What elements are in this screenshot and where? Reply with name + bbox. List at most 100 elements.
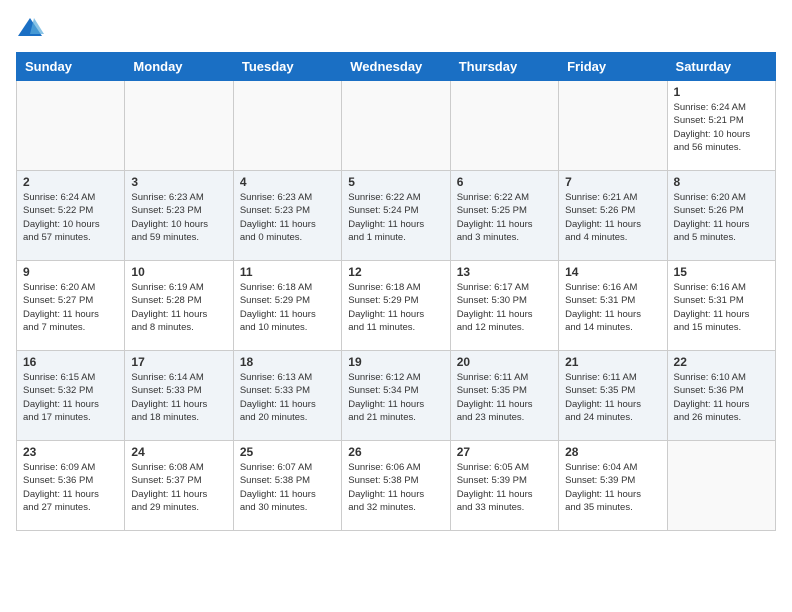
calendar-cell: 15Sunrise: 6:16 AM Sunset: 5:31 PM Dayli… <box>667 261 775 351</box>
calendar-cell: 23 Sunrise: 6:09 AM Sunset: 5:36 PM Dayli… <box>17 441 125 531</box>
day-number: 28 <box>565 445 660 459</box>
day-info: Sunrise: 6:23 AM Sunset: 5:23 PM Dayligh… <box>131 191 226 244</box>
day-info: Sunrise: 6:12 AM Sunset: 5:34 PM Dayligh… <box>348 371 443 424</box>
calendar-cell: 1 Sunrise: 6:24 AM Sunset: 5:21 PM Daylig… <box>667 81 775 171</box>
logo <box>16 16 48 44</box>
day-number: 3 <box>131 175 226 189</box>
day-number: 9 <box>23 265 118 279</box>
day-info: Sunrise: 6:11 AM Sunset: 5:35 PM Dayligh… <box>457 371 552 424</box>
calendar-cell: 13 Sunrise: 6:17 AM Sunset: 5:30 PM Dayli… <box>450 261 558 351</box>
calendar-cell: 16 Sunrise: 6:15 AM Sunset: 5:32 PM Dayli… <box>17 351 125 441</box>
calendar-cell: 14 Sunrise: 6:16 AM Sunset: 5:31 PM Dayli… <box>559 261 667 351</box>
calendar-cell: 8Sunrise: 6:20 AM Sunset: 5:26 PM Daylig… <box>667 171 775 261</box>
day-info: Sunrise: 6:11 AM Sunset: 5:35 PM Dayligh… <box>565 371 660 424</box>
weekday-header-tuesday: Tuesday <box>233 53 341 81</box>
calendar-cell: 11Sunrise: 6:18 AM Sunset: 5:29 PM Dayli… <box>233 261 341 351</box>
day-info: Sunrise: 6:15 AM Sunset: 5:32 PM Dayligh… <box>23 371 118 424</box>
day-number: 19 <box>348 355 443 369</box>
day-info: Sunrise: 6:09 AM Sunset: 5:36 PM Dayligh… <box>23 461 118 514</box>
day-number: 12 <box>348 265 443 279</box>
day-number: 20 <box>457 355 552 369</box>
calendar-week-4: 23 Sunrise: 6:09 AM Sunset: 5:36 PM Dayli… <box>17 441 776 531</box>
calendar-cell <box>233 81 341 171</box>
day-number: 14 <box>565 265 660 279</box>
calendar-cell: 4 Sunrise: 6:23 AM Sunset: 5:23 PM Daylig… <box>233 171 341 261</box>
day-info: Sunrise: 6:24 AM Sunset: 5:21 PM Dayligh… <box>674 101 769 154</box>
day-number: 4 <box>240 175 335 189</box>
calendar-cell: 9 Sunrise: 6:20 AM Sunset: 5:27 PM Daylig… <box>17 261 125 351</box>
calendar-cell: 26 Sunrise: 6:06 AM Sunset: 5:38 PM Dayli… <box>342 441 450 531</box>
day-info: Sunrise: 6:23 AM Sunset: 5:23 PM Dayligh… <box>240 191 335 244</box>
day-number: 26 <box>348 445 443 459</box>
day-number: 13 <box>457 265 552 279</box>
day-number: 24 <box>131 445 226 459</box>
calendar-table: SundayMondayTuesdayWednesdayThursdayFrid… <box>16 52 776 531</box>
day-number: 11 <box>240 265 335 279</box>
calendar-cell: 2Sunrise: 6:24 AM Sunset: 5:22 PM Daylig… <box>17 171 125 261</box>
day-info: Sunrise: 6:21 AM Sunset: 5:26 PM Dayligh… <box>565 191 660 244</box>
weekday-header-sunday: Sunday <box>17 53 125 81</box>
calendar-cell: 22 Sunrise: 6:10 AM Sunset: 5:36 PM Dayli… <box>667 351 775 441</box>
calendar-cell: 17 Sunrise: 6:14 AM Sunset: 5:33 PM Dayli… <box>125 351 233 441</box>
day-number: 7 <box>565 175 660 189</box>
calendar-cell <box>17 81 125 171</box>
day-info: Sunrise: 6:08 AM Sunset: 5:37 PM Dayligh… <box>131 461 226 514</box>
calendar-cell <box>450 81 558 171</box>
calendar-cell: 28 Sunrise: 6:04 AM Sunset: 5:39 PM Dayli… <box>559 441 667 531</box>
day-info: Sunrise: 6:17 AM Sunset: 5:30 PM Dayligh… <box>457 281 552 334</box>
day-number: 18 <box>240 355 335 369</box>
weekday-header-friday: Friday <box>559 53 667 81</box>
day-info: Sunrise: 6:14 AM Sunset: 5:33 PM Dayligh… <box>131 371 226 424</box>
day-info: Sunrise: 6:19 AM Sunset: 5:28 PM Dayligh… <box>131 281 226 334</box>
calendar-cell: 5Sunrise: 6:22 AM Sunset: 5:24 PM Daylig… <box>342 171 450 261</box>
calendar-week-1: 2Sunrise: 6:24 AM Sunset: 5:22 PM Daylig… <box>17 171 776 261</box>
logo-icon <box>16 16 44 44</box>
weekday-header-saturday: Saturday <box>667 53 775 81</box>
day-info: Sunrise: 6:07 AM Sunset: 5:38 PM Dayligh… <box>240 461 335 514</box>
calendar-cell <box>342 81 450 171</box>
day-number: 6 <box>457 175 552 189</box>
day-info: Sunrise: 6:16 AM Sunset: 5:31 PM Dayligh… <box>565 281 660 334</box>
day-number: 27 <box>457 445 552 459</box>
day-info: Sunrise: 6:20 AM Sunset: 5:27 PM Dayligh… <box>23 281 118 334</box>
calendar-cell: 3 Sunrise: 6:23 AM Sunset: 5:23 PM Daylig… <box>125 171 233 261</box>
weekday-header-monday: Monday <box>125 53 233 81</box>
calendar-cell: 24 Sunrise: 6:08 AM Sunset: 5:37 PM Dayli… <box>125 441 233 531</box>
calendar-cell: 18 Sunrise: 6:13 AM Sunset: 5:33 PM Dayli… <box>233 351 341 441</box>
day-info: Sunrise: 6:10 AM Sunset: 5:36 PM Dayligh… <box>674 371 769 424</box>
day-info: Sunrise: 6:06 AM Sunset: 5:38 PM Dayligh… <box>348 461 443 514</box>
calendar-cell <box>559 81 667 171</box>
day-info: Sunrise: 6:13 AM Sunset: 5:33 PM Dayligh… <box>240 371 335 424</box>
calendar-cell <box>125 81 233 171</box>
calendar-cell: 25 Sunrise: 6:07 AM Sunset: 5:38 PM Dayli… <box>233 441 341 531</box>
day-info: Sunrise: 6:22 AM Sunset: 5:25 PM Dayligh… <box>457 191 552 244</box>
calendar-cell <box>667 441 775 531</box>
day-number: 25 <box>240 445 335 459</box>
day-number: 21 <box>565 355 660 369</box>
day-number: 16 <box>23 355 118 369</box>
day-number: 10 <box>131 265 226 279</box>
calendar-cell: 10 Sunrise: 6:19 AM Sunset: 5:28 PM Dayli… <box>125 261 233 351</box>
calendar-cell: 27 Sunrise: 6:05 AM Sunset: 5:39 PM Dayli… <box>450 441 558 531</box>
calendar-cell: 6 Sunrise: 6:22 AM Sunset: 5:25 PM Daylig… <box>450 171 558 261</box>
calendar-cell: 20 Sunrise: 6:11 AM Sunset: 5:35 PM Dayli… <box>450 351 558 441</box>
day-info: Sunrise: 6:16 AM Sunset: 5:31 PM Dayligh… <box>674 281 769 334</box>
weekday-header-row: SundayMondayTuesdayWednesdayThursdayFrid… <box>17 53 776 81</box>
calendar-cell: 21 Sunrise: 6:11 AM Sunset: 5:35 PM Dayli… <box>559 351 667 441</box>
day-info: Sunrise: 6:22 AM Sunset: 5:24 PM Dayligh… <box>348 191 443 244</box>
calendar-cell: 12Sunrise: 6:18 AM Sunset: 5:29 PM Dayli… <box>342 261 450 351</box>
day-number: 17 <box>131 355 226 369</box>
day-number: 1 <box>674 85 769 99</box>
day-number: 22 <box>674 355 769 369</box>
day-number: 23 <box>23 445 118 459</box>
calendar-week-2: 9 Sunrise: 6:20 AM Sunset: 5:27 PM Daylig… <box>17 261 776 351</box>
weekday-header-wednesday: Wednesday <box>342 53 450 81</box>
calendar-week-0: 1 Sunrise: 6:24 AM Sunset: 5:21 PM Daylig… <box>17 81 776 171</box>
calendar-week-3: 16 Sunrise: 6:15 AM Sunset: 5:32 PM Dayli… <box>17 351 776 441</box>
calendar-cell: 7 Sunrise: 6:21 AM Sunset: 5:26 PM Daylig… <box>559 171 667 261</box>
calendar-cell: 19 Sunrise: 6:12 AM Sunset: 5:34 PM Dayli… <box>342 351 450 441</box>
weekday-header-thursday: Thursday <box>450 53 558 81</box>
day-info: Sunrise: 6:24 AM Sunset: 5:22 PM Dayligh… <box>23 191 118 244</box>
day-info: Sunrise: 6:05 AM Sunset: 5:39 PM Dayligh… <box>457 461 552 514</box>
day-info: Sunrise: 6:04 AM Sunset: 5:39 PM Dayligh… <box>565 461 660 514</box>
